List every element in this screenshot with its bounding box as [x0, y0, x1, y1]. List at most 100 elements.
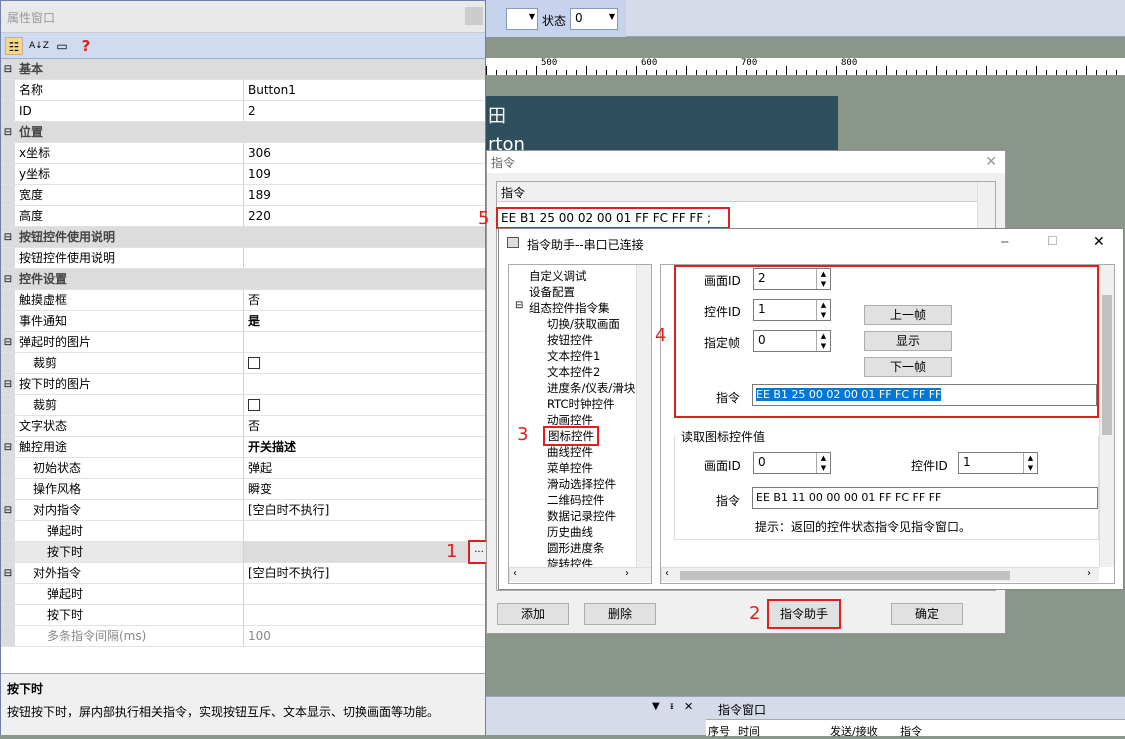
tree-item[interactable]: 组态控件指令集	[529, 300, 610, 316]
detail-hscroll[interactable]: ‹ ›	[661, 567, 1099, 582]
spin-down-icon[interactable]: ▼	[821, 342, 826, 350]
crop-checkbox[interactable]	[248, 357, 260, 369]
property-row[interactable]: 高度 220	[1, 206, 485, 227]
spin-arrows[interactable]: ▲ ▼	[816, 453, 830, 473]
expand-toggle-icon[interactable]: ⊟	[1, 59, 15, 79]
tree-item[interactable]: 进度条/仪表/滑块	[547, 380, 635, 396]
property-row[interactable]: 按钮控件使用说明	[1, 248, 485, 269]
expand-toggle-icon[interactable]: ⊟	[1, 437, 15, 457]
crop-checkbox[interactable]	[248, 399, 260, 411]
scroll-thumb[interactable]	[1102, 295, 1112, 435]
property-value[interactable]	[244, 584, 485, 604]
close-icon[interactable]: ✕	[1093, 234, 1105, 250]
tree-item[interactable]: 滑动选择控件	[547, 476, 616, 492]
expand-toggle-icon[interactable]: ⊟	[1, 227, 15, 247]
property-value[interactable]: 220	[244, 206, 485, 226]
property-row[interactable]: 操作风格 瞬变	[1, 479, 485, 500]
page-icon[interactable]: ▭	[53, 37, 71, 55]
property-row[interactable]: 文字状态否	[1, 416, 485, 437]
add-button[interactable]: 添加	[497, 603, 569, 625]
expand-toggle-icon[interactable]: ⊟	[1, 500, 15, 520]
property-value[interactable]	[244, 395, 485, 415]
property-row[interactable]: 裁剪	[1, 395, 485, 416]
control-id-spinner[interactable]: 1 ▲ ▼	[753, 299, 831, 321]
property-row[interactable]: ⊟ 对内指令 [空白时不执行]	[1, 500, 485, 521]
property-row[interactable]: 事件通知是	[1, 311, 485, 332]
spin-arrows[interactable]: ▲ ▼	[816, 300, 830, 320]
show-button[interactable]: 显示	[864, 331, 952, 351]
spin-down-icon[interactable]: ▼	[1028, 464, 1033, 472]
read-command-field[interactable]: EE B1 11 00 00 00 01 FF FC FF FF	[752, 487, 1098, 509]
property-value[interactable]: [空白时不执行]	[244, 563, 485, 583]
property-value[interactable]: 否	[244, 290, 485, 310]
tree-item[interactable]: 按钮控件	[547, 332, 593, 348]
tree-toggle-icon[interactable]: ⊟	[515, 300, 523, 311]
property-value[interactable]: 100	[244, 626, 485, 646]
property-row[interactable]: ⊟ 对外指令 [空白时不执行]	[1, 563, 485, 584]
property-category[interactable]: ⊟ 控件设置	[1, 269, 485, 290]
property-value[interactable]: 189	[244, 185, 485, 205]
next-frame-button[interactable]: 下一帧	[864, 357, 952, 377]
spin-up-icon[interactable]: ▲	[821, 332, 826, 340]
tree-item[interactable]: 历史曲线	[547, 524, 593, 540]
spin-up-icon[interactable]: ▲	[821, 270, 826, 278]
maximize-icon[interactable]: ☐	[1047, 234, 1058, 248]
property-value[interactable]: 109	[244, 164, 485, 184]
property-row[interactable]: y坐标 109	[1, 164, 485, 185]
spin-up-icon[interactable]: ▲	[1028, 454, 1033, 462]
sort-az-icon[interactable]: A↓Z	[29, 37, 49, 55]
tree-item[interactable]: 切换/获取画面	[547, 316, 620, 332]
command-output[interactable]: EE B1 25 00 02 00 01 FF FC FF FF	[752, 384, 1097, 406]
property-row[interactable]: 多条指令间隔(ms) 100	[1, 626, 485, 647]
property-category[interactable]: ⊟ 基本	[1, 59, 485, 80]
close-icon[interactable]: ✕	[985, 154, 997, 170]
property-row[interactable]: 按下时	[1, 542, 485, 563]
tree-item[interactable]: 二维码控件	[547, 492, 605, 508]
spin-up-icon[interactable]: ▲	[821, 454, 826, 462]
ok-button[interactable]: 确定	[891, 603, 963, 625]
spin-arrows[interactable]: ▲ ▼	[1023, 453, 1037, 473]
delete-button[interactable]: 删除	[584, 603, 656, 625]
property-row[interactable]: ⊟ 按下时的图片	[1, 374, 485, 395]
hscroll-thumb[interactable]	[680, 571, 1010, 580]
minimize-icon[interactable]: ─	[1001, 235, 1008, 249]
spin-arrows[interactable]: ▲ ▼	[816, 331, 830, 351]
spin-arrows[interactable]: ▲ ▼	[816, 269, 830, 289]
property-value[interactable]: 2	[244, 101, 485, 121]
tree-item[interactable]: RTC时钟控件	[547, 396, 615, 412]
tree-item[interactable]: 菜单控件	[547, 460, 593, 476]
tree-item[interactable]: 文本控件2	[547, 364, 600, 380]
tree-item[interactable]: 数据记录控件	[547, 508, 616, 524]
chevron-left-icon[interactable]: ‹	[665, 568, 669, 579]
property-value[interactable]: 瞬变	[244, 479, 485, 499]
spin-up-icon[interactable]: ▲	[821, 301, 826, 309]
property-value[interactable]: 开关描述	[244, 437, 485, 457]
property-value[interactable]: Button1	[244, 80, 485, 100]
property-row[interactable]: x坐标 306	[1, 143, 485, 164]
property-row[interactable]: 弹起时	[1, 521, 485, 542]
property-row[interactable]: ⊟ 触控用途 开关描述	[1, 437, 485, 458]
read-screen-id-spinner[interactable]: 0 ▲ ▼	[753, 452, 831, 474]
read-control-id-spinner[interactable]: 1 ▲ ▼	[958, 452, 1038, 474]
property-row[interactable]: 触摸虚框否	[1, 290, 485, 311]
status-combo[interactable]: 0 ▼	[570, 8, 618, 30]
expand-toggle-icon[interactable]: ⊟	[1, 332, 15, 352]
tree-item[interactable]: 自定义调试	[529, 268, 587, 284]
property-value[interactable]	[244, 332, 485, 352]
property-row[interactable]: 裁剪	[1, 353, 485, 374]
property-value[interactable]	[244, 248, 485, 268]
tree-item[interactable]: 文本控件1	[547, 348, 600, 364]
property-value[interactable]: 弹起	[244, 458, 485, 478]
property-row[interactable]: 名称 Button1	[1, 80, 485, 101]
tree-hscroll[interactable]: ‹ ›	[509, 567, 651, 582]
command-tree[interactable]: 自定义调试 设备配置 组态控件指令集 ⊟ 切换/获取画面 按钮控件 文本控件1 文本控件2 进度…	[508, 264, 652, 584]
property-category[interactable]: ⊟ 位置	[1, 122, 485, 143]
property-row[interactable]: ID 2	[1, 101, 485, 122]
dropdown-icon[interactable]: ▼	[652, 701, 660, 712]
prev-frame-button[interactable]: 上一帧	[864, 305, 952, 325]
property-category[interactable]: ⊟ 按钮控件使用说明	[1, 227, 485, 248]
button-preview[interactable]: 田 rton	[486, 96, 838, 156]
tree-item[interactable]: 设备配置	[529, 284, 575, 300]
property-value[interactable]	[244, 521, 485, 541]
property-value[interactable]	[244, 374, 485, 394]
